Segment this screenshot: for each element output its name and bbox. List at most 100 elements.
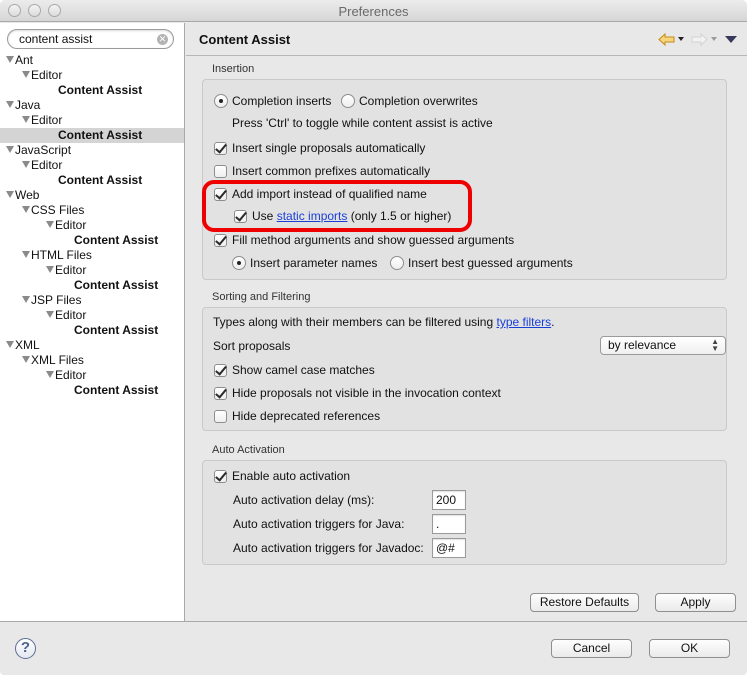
filter-search-field[interactable]: ✕: [7, 29, 174, 49]
page-title: Content Assist: [199, 32, 291, 47]
radio-indicator[interactable]: [214, 94, 228, 108]
camel-case-label: Show camel case matches: [232, 363, 375, 377]
tree-item[interactable]: HTML Files: [0, 248, 184, 263]
tree-item[interactable]: CSS Files: [0, 203, 184, 218]
checkbox-indicator[interactable]: [214, 363, 227, 377]
expand-triangle-icon[interactable]: [6, 56, 14, 63]
tree-item[interactable]: XML Files: [0, 353, 184, 368]
delay-input[interactable]: 200: [432, 490, 466, 510]
radio-indicator[interactable]: [232, 256, 246, 270]
expand-triangle-icon[interactable]: [46, 311, 54, 318]
expand-triangle-icon[interactable]: [6, 101, 14, 108]
checkbox-indicator[interactable]: [214, 141, 227, 155]
enable-auto-activation-checkbox[interactable]: Enable auto activation: [214, 469, 350, 483]
tree-item-label: Content Assist: [74, 383, 159, 397]
tree-item-label: JavaScript: [15, 143, 72, 157]
tree-item[interactable]: Content Assist: [0, 233, 184, 248]
javadoc-triggers-input[interactable]: @#: [432, 538, 466, 558]
preference-tree: Ant Editor Content Assist Java Editor Content…: [0, 53, 184, 398]
tree-item[interactable]: XML: [0, 338, 184, 353]
forward-arrow-icon[interactable]: [691, 32, 708, 46]
filter-search-input[interactable]: [19, 32, 154, 46]
tree-item-label: Editor: [55, 218, 87, 232]
tree-item[interactable]: Java: [0, 98, 184, 113]
completion-overwrites-radio[interactable]: Completion overwrites: [341, 94, 478, 108]
tree-item-label: CSS Files: [31, 203, 85, 217]
sort-proposals-label: Sort proposals: [213, 339, 291, 353]
expand-triangle-icon[interactable]: [22, 161, 30, 168]
clear-icon[interactable]: ✕: [157, 34, 168, 45]
tree-item[interactable]: Editor: [0, 308, 184, 323]
expand-triangle-icon[interactable]: [22, 251, 30, 258]
tree-item[interactable]: Content Assist: [0, 323, 184, 338]
help-icon[interactable]: ?: [15, 638, 36, 659]
expand-triangle-icon[interactable]: [46, 266, 54, 273]
tree-item-label: Editor: [55, 308, 87, 322]
fill-method-arguments-checkbox[interactable]: Fill method arguments and show guessed a…: [214, 233, 514, 247]
view-menu-icon[interactable]: [725, 35, 737, 43]
checkbox-indicator[interactable]: [214, 469, 227, 483]
tree-item[interactable]: Editor: [0, 218, 184, 233]
expand-triangle-icon[interactable]: [46, 221, 54, 228]
forward-history-dropdown-icon[interactable]: [711, 37, 717, 41]
expand-triangle-icon[interactable]: [22, 116, 30, 123]
tree-item[interactable]: Content Assist: [0, 83, 184, 98]
tree-item[interactable]: Ant: [0, 53, 184, 68]
expand-triangle-icon[interactable]: [6, 146, 14, 153]
tree-item[interactable]: Editor: [0, 368, 184, 383]
tree-item[interactable]: Content Assist: [0, 278, 184, 293]
radio-indicator[interactable]: [390, 256, 404, 270]
insert-parameter-names-radio[interactable]: Insert parameter names: [232, 256, 377, 270]
expand-triangle-icon[interactable]: [22, 296, 30, 303]
page-header: Content Assist: [186, 23, 747, 56]
ok-button[interactable]: OK: [649, 639, 730, 658]
checkbox-indicator[interactable]: [214, 233, 227, 247]
insert-best-guessed-label: Insert best guessed arguments: [408, 256, 573, 270]
tree-item-label: Editor: [31, 158, 63, 172]
insert-common-prefixes-checkbox[interactable]: Insert common prefixes automatically: [214, 164, 430, 178]
back-history-dropdown-icon[interactable]: [678, 37, 684, 41]
back-arrow-icon[interactable]: [658, 32, 675, 46]
tree-item[interactable]: Content Assist: [0, 128, 184, 143]
tree-item-label: Editor: [55, 263, 87, 277]
tree-item-label: XML: [15, 338, 40, 352]
sorting-group-label: Sorting and Filtering: [212, 291, 311, 303]
tree-item[interactable]: JavaScript: [0, 143, 184, 158]
cancel-button[interactable]: Cancel: [551, 639, 632, 658]
tree-item[interactable]: Web: [0, 188, 184, 203]
camel-case-checkbox[interactable]: Show camel case matches: [214, 363, 375, 377]
insert-best-guessed-radio[interactable]: Insert best guessed arguments: [390, 256, 573, 270]
java-triggers-label: Auto activation triggers for Java:: [233, 517, 405, 531]
checkbox-indicator[interactable]: [214, 409, 227, 423]
expand-triangle-icon[interactable]: [22, 206, 30, 213]
sort-proposals-select[interactable]: by relevance ▲ ▼: [600, 336, 726, 355]
expand-triangle-icon[interactable]: [22, 71, 30, 78]
tree-item[interactable]: Editor: [0, 158, 184, 173]
checkbox-indicator[interactable]: [214, 164, 227, 178]
java-triggers-input[interactable]: .: [432, 514, 466, 534]
tree-item[interactable]: Editor: [0, 68, 184, 83]
enable-auto-activation-label: Enable auto activation: [232, 469, 351, 483]
tree-item[interactable]: JSP Files: [0, 293, 184, 308]
type-filters-link[interactable]: type filters: [496, 315, 551, 329]
expand-triangle-icon[interactable]: [22, 356, 30, 363]
completion-inserts-label: Completion inserts: [232, 94, 332, 108]
tree-item[interactable]: Content Assist: [0, 383, 184, 398]
tree-item-label: Web: [15, 188, 40, 202]
expand-triangle-icon[interactable]: [6, 341, 14, 348]
restore-defaults-button[interactable]: Restore Defaults: [530, 593, 639, 612]
tree-item[interactable]: Editor: [0, 113, 184, 128]
insert-parameter-names-label: Insert parameter names: [250, 256, 378, 270]
expand-triangle-icon[interactable]: [6, 191, 14, 198]
sidebar: ✕ AntEditorContent AssistJavaEditorConte…: [0, 23, 185, 621]
apply-button[interactable]: Apply: [655, 593, 736, 612]
radio-indicator[interactable]: [341, 94, 355, 108]
tree-item[interactable]: Editor: [0, 263, 184, 278]
checkbox-indicator[interactable]: [214, 386, 227, 400]
expand-triangle-icon[interactable]: [46, 371, 54, 378]
hide-deprecated-checkbox[interactable]: Hide deprecated references: [214, 409, 380, 423]
hide-not-visible-checkbox[interactable]: Hide proposals not visible in the invoca…: [214, 386, 501, 400]
completion-inserts-radio[interactable]: Completion inserts: [214, 94, 331, 108]
insert-single-proposals-checkbox[interactable]: Insert single proposals automatically: [214, 141, 425, 155]
tree-item[interactable]: Content Assist: [0, 173, 184, 188]
